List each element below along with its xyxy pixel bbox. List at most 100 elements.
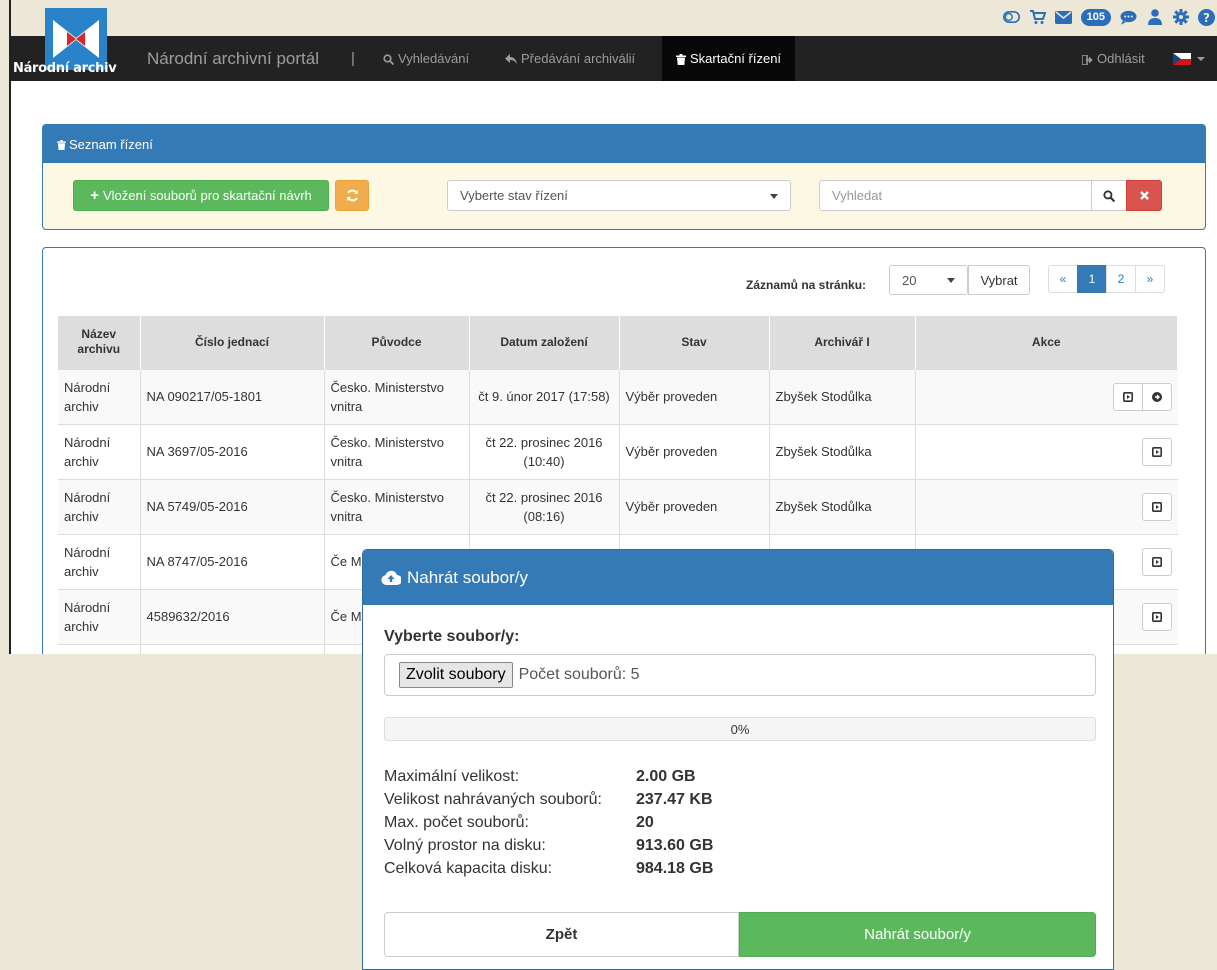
plus-icon: +	[90, 187, 99, 204]
refresh-icon	[346, 189, 358, 202]
info-key: Maximální velikost:	[384, 768, 520, 785]
page-next[interactable]: »	[1135, 265, 1165, 293]
col-originator[interactable]: Původce	[324, 316, 470, 369]
cell-state: Výběr proveden	[619, 423, 770, 479]
open-detail-button[interactable]	[1112, 382, 1143, 411]
cell-date: čt 22. prosinec 2016 (08:16)	[469, 478, 620, 534]
cell-actions	[915, 478, 1178, 534]
svg-text:?: ?	[1203, 11, 1210, 25]
chat-icon[interactable]	[1120, 9, 1137, 26]
choose-files-label: Vyberte soubor/y:	[384, 628, 520, 645]
upload-button[interactable]: Nahrát soubor/y	[739, 912, 1096, 957]
table-row[interactable]: Národní archiv NA 5749/05-2016 Česko. Mi…	[58, 478, 1178, 534]
gear-icon[interactable]	[1172, 9, 1189, 26]
czech-flag-icon	[1173, 53, 1191, 65]
cell-archive: Národní archiv	[58, 423, 141, 479]
cell-ref: NA 5749/05-2016	[140, 478, 325, 534]
clear-search-button[interactable]	[1126, 180, 1162, 211]
file-input[interactable]: Zvolit soubory Počet souborů: 5	[384, 654, 1096, 696]
upload-modal: Nahrát soubor/y Vyberte soubor/y: Zvolit…	[362, 549, 1114, 970]
page-prev[interactable]: «	[1048, 265, 1078, 293]
logo[interactable]: Národní archiv	[11, 8, 146, 81]
cell-ref: NA 3697/05-2016	[140, 423, 325, 479]
language-switch[interactable]	[1173, 53, 1205, 65]
open-box-icon	[1122, 391, 1133, 402]
open-box-icon	[1151, 446, 1162, 457]
page-1[interactable]: 1	[1077, 265, 1107, 293]
table-row[interactable]: Národní archiv NA 090217/05-1801 Česko. …	[58, 368, 1178, 424]
open-detail-button[interactable]	[1141, 547, 1172, 576]
cell-date: čt 9. únor 2017 (17:58)	[469, 368, 620, 424]
trash-icon	[676, 54, 686, 65]
cart-icon[interactable]	[1029, 9, 1046, 26]
col-ref[interactable]: Číslo jednací	[140, 316, 325, 369]
message-count-badge[interactable]: 105	[1080, 8, 1111, 26]
help-icon[interactable]: ?	[1198, 8, 1215, 26]
col-actions: Akce	[915, 316, 1178, 369]
top-utility-bar: 105 ?	[11, 0, 1217, 36]
caret-down-icon	[947, 278, 955, 283]
info-key: Celková kapacita disku:	[384, 860, 553, 877]
open-box-icon	[1151, 556, 1162, 567]
nav-disposal[interactable]: Skartační řízení	[662, 36, 796, 81]
refresh-button[interactable]	[335, 180, 369, 211]
apply-per-page-button[interactable]: Vybrat	[968, 265, 1030, 295]
search-placeholder: Vyhledat	[832, 188, 883, 203]
logout-icon	[1081, 54, 1093, 66]
trash-icon	[57, 140, 66, 150]
cell-archivist: Zbyšek Stodůlka	[769, 368, 916, 424]
cell-archivist: Zbyšek Stodůlka	[769, 423, 916, 479]
cell-archive: Národní archiv	[58, 478, 141, 534]
search-button[interactable]	[1091, 180, 1127, 211]
info-value: 20	[636, 814, 654, 831]
add-files-button[interactable]: + Vložení souborů pro skartační návrh	[73, 180, 329, 211]
page-2[interactable]: 2	[1106, 265, 1136, 293]
next-step-button[interactable]	[1141, 382, 1172, 411]
search-icon	[1103, 189, 1115, 202]
choose-files-button[interactable]: Zvolit soubory	[399, 662, 513, 688]
open-box-icon	[1151, 611, 1162, 622]
search-input[interactable]: Vyhledat	[819, 180, 1092, 211]
col-date[interactable]: Datum založení	[469, 316, 620, 369]
envelope-icon[interactable]	[1054, 9, 1072, 26]
state-select[interactable]: Vyberte stav řízení	[447, 180, 791, 211]
file-count: Počet souborů: 5	[518, 666, 640, 683]
table-header-row: Název archivu Číslo jednací Původce Datu…	[58, 316, 1178, 369]
col-archivist[interactable]: Archivář I	[769, 316, 916, 369]
portal-title[interactable]: Národní archivní portál	[147, 49, 319, 69]
open-detail-button[interactable]	[1141, 602, 1172, 631]
cell-ref: NA 8747/05-2016	[140, 533, 325, 589]
info-value: 913.60 GB	[636, 837, 714, 854]
nav-transfer[interactable]: Předávání archiválií	[491, 36, 649, 81]
col-state[interactable]: Stav	[619, 316, 770, 369]
cell-state: Výběr proveden	[619, 368, 770, 424]
modal-footer: Zpět Nahrát soubor/y	[384, 912, 1096, 957]
cell-ref: NA 090217/05-1801	[140, 368, 325, 424]
per-page-value: 20	[902, 272, 917, 288]
info-row: Celková kapacita disku: 984.18 GB	[384, 860, 713, 883]
info-value: 984.18 GB	[636, 860, 714, 877]
pagination: « 1 2 »	[1048, 265, 1165, 293]
info-row: Velikost nahrávaných souborů: 237.47 KB	[384, 791, 713, 814]
info-row: Volný prostor na disku: 913.60 GB	[384, 837, 713, 860]
logout-link[interactable]: Odhlásit	[1068, 36, 1159, 81]
chevron-down-icon	[1197, 57, 1205, 61]
back-button[interactable]: Zpět	[384, 912, 739, 957]
cell-archive: Národní archiv	[58, 368, 141, 424]
toggle-icon[interactable]	[1002, 9, 1020, 26]
info-key: Max. počet souborů:	[384, 814, 529, 831]
nav-search[interactable]: Vyhledávání	[369, 36, 483, 81]
col-archive[interactable]: Název archivu	[58, 316, 141, 369]
per-page-label: Záznamů na stránku:	[746, 278, 867, 292]
table-row[interactable]: Národní archiv NA 3697/05-2016 Česko. Mi…	[58, 423, 1178, 479]
user-icon[interactable]	[1146, 9, 1163, 26]
main-navbar: Národní archiv Národní archivní portál |…	[11, 8, 1217, 81]
upload-progress-text: 0%	[730, 721, 750, 737]
per-page-select[interactable]: 20	[889, 265, 968, 295]
add-files-label: Vložení souborů pro skartační návrh	[102, 188, 312, 203]
modal-header: Nahrát soubor/y	[363, 550, 1113, 605]
search-icon	[383, 54, 395, 66]
open-detail-button[interactable]	[1141, 492, 1172, 521]
open-detail-button[interactable]	[1141, 437, 1172, 466]
state-select-value: Vyberte stav řízení	[460, 188, 568, 203]
